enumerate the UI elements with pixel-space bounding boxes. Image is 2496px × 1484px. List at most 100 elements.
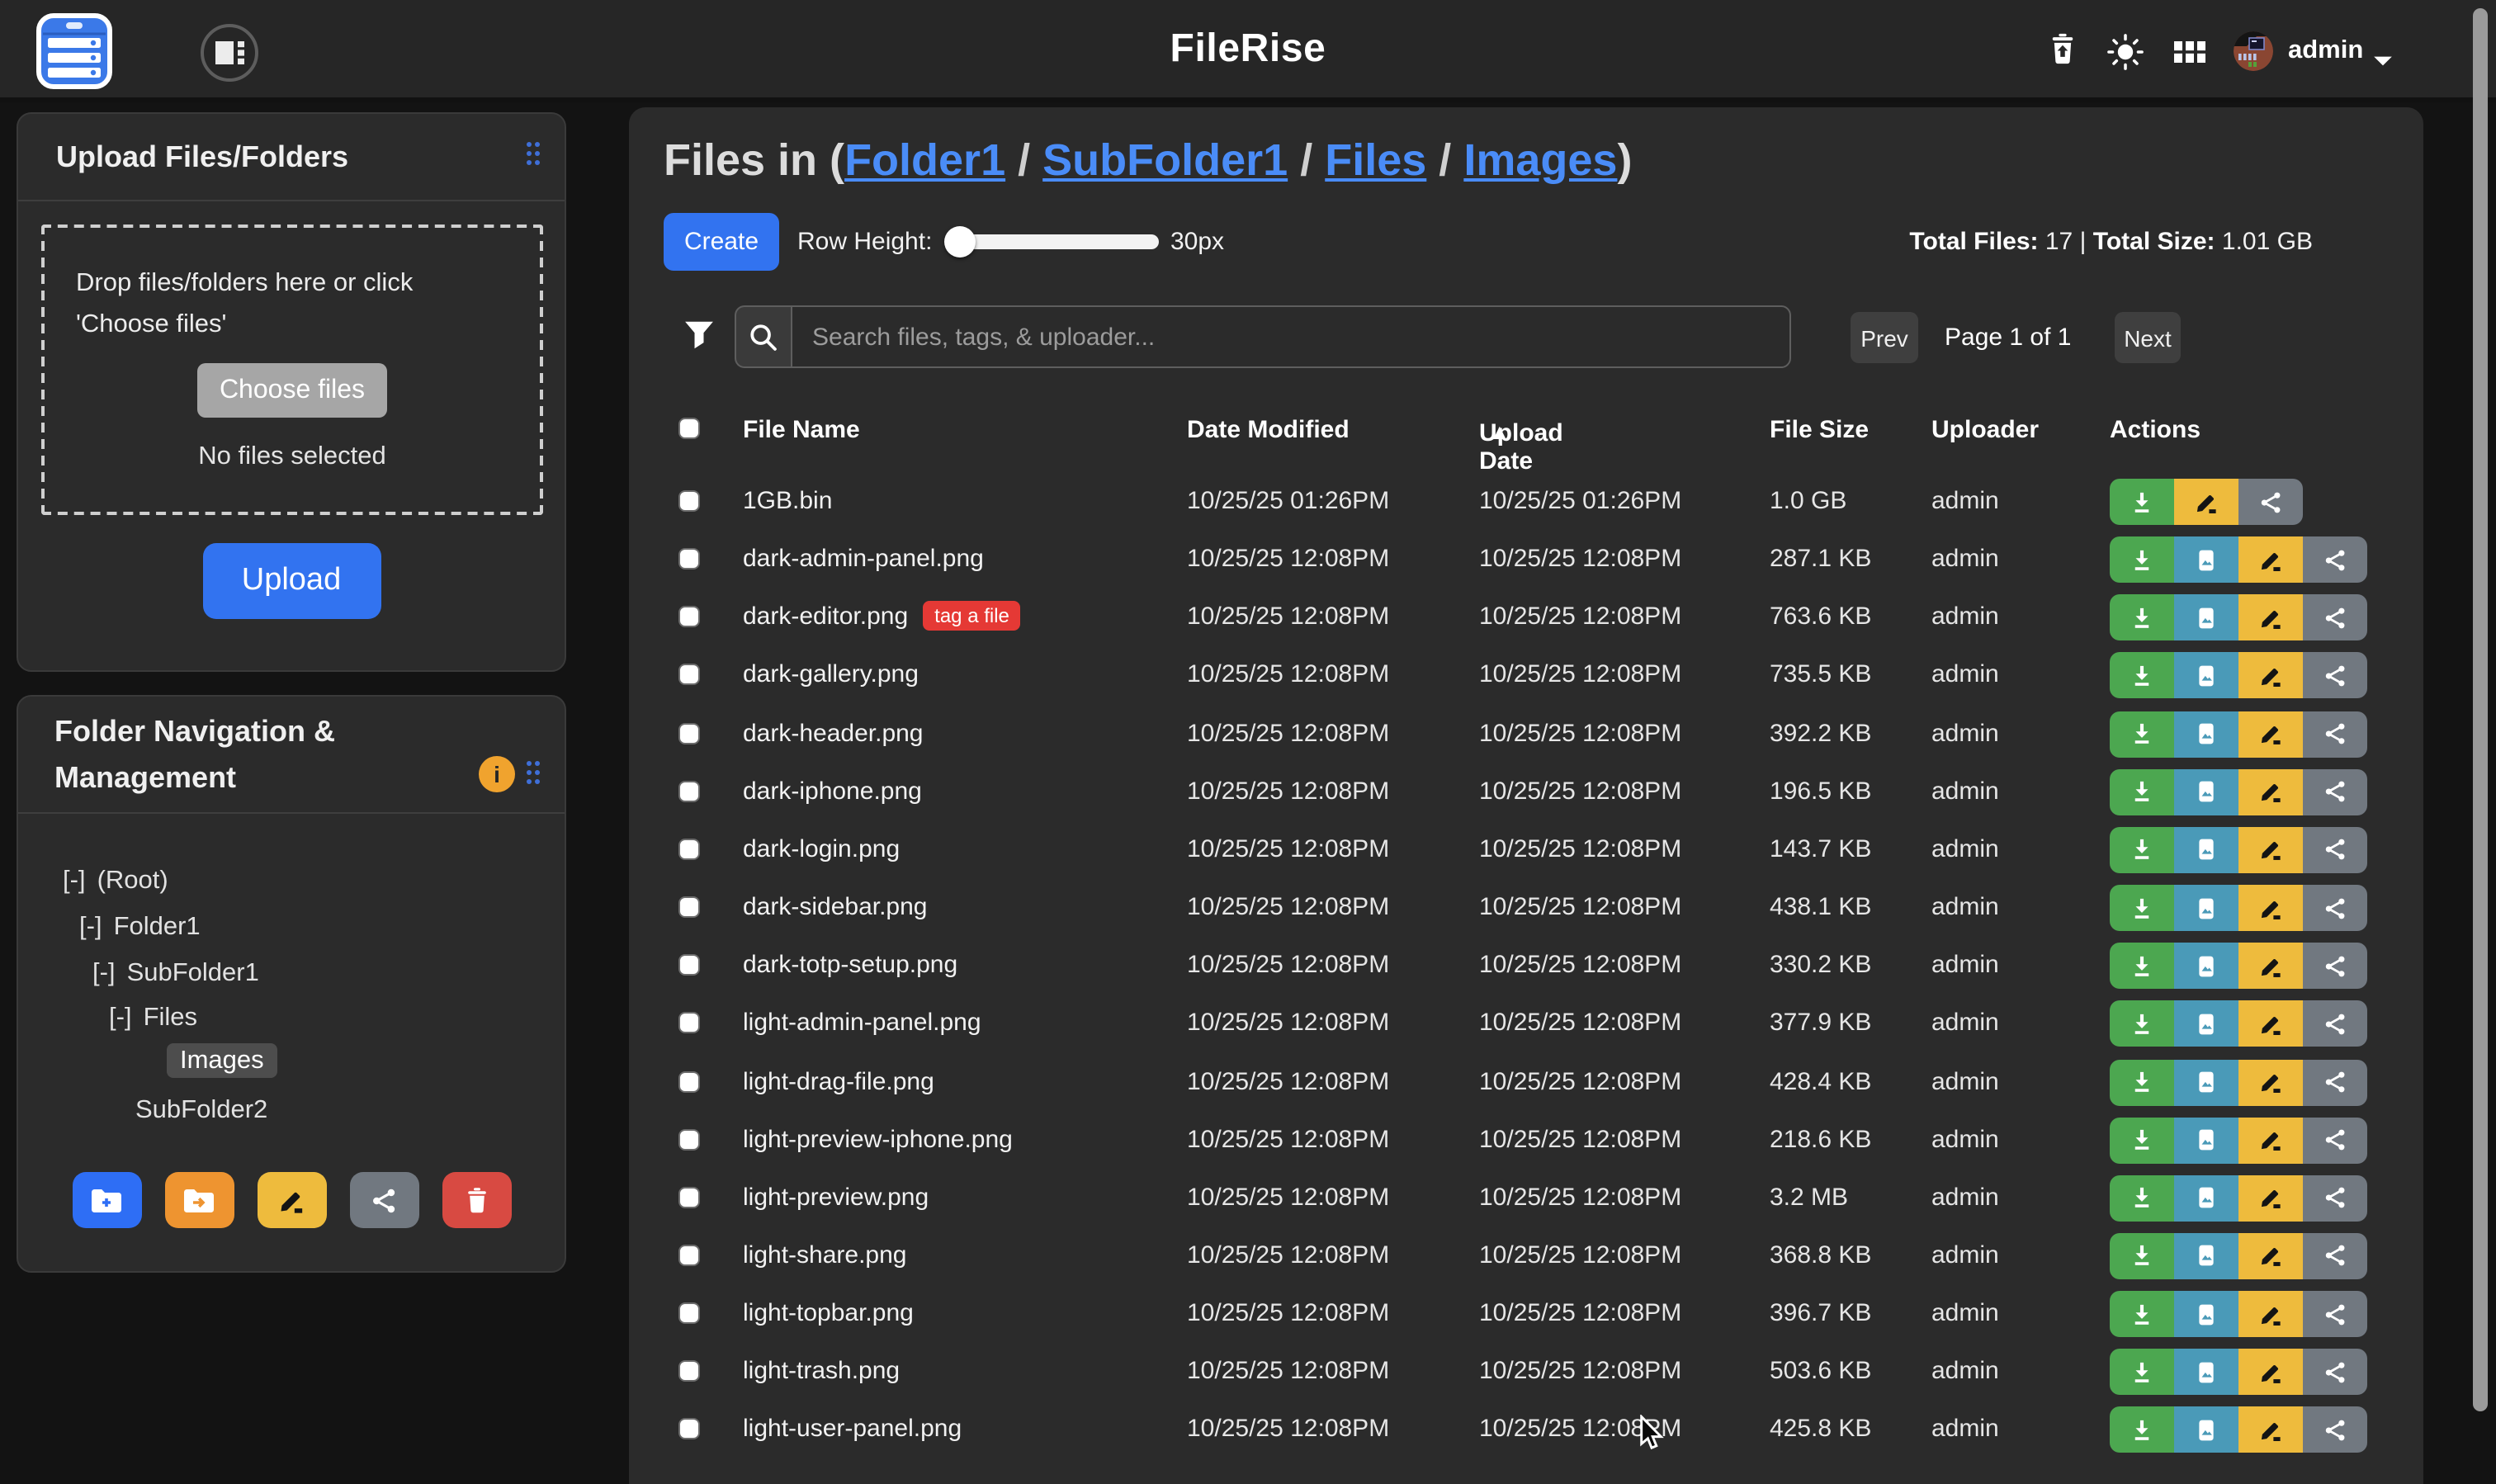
- row-height-slider[interactable]: [948, 234, 1159, 249]
- share-icon[interactable]: [2303, 711, 2367, 757]
- tree-item-root[interactable]: [-](Root): [63, 867, 168, 896]
- preview-icon[interactable]: [2174, 1175, 2238, 1222]
- tree-collapse-toggle[interactable]: [-]: [109, 1004, 132, 1032]
- create-folder-button[interactable]: [72, 1172, 141, 1228]
- preview-icon[interactable]: [2174, 1059, 2238, 1105]
- breadcrumb-link-folder1[interactable]: Folder1: [844, 135, 1005, 185]
- download-icon[interactable]: [2110, 1001, 2174, 1047]
- share-icon[interactable]: [2303, 1291, 2367, 1337]
- row-checkbox[interactable]: [678, 896, 700, 918]
- share-icon[interactable]: [2303, 1001, 2367, 1047]
- download-icon[interactable]: [2110, 1291, 2174, 1337]
- edit-icon[interactable]: [2238, 711, 2303, 757]
- download-icon[interactable]: [2110, 1407, 2174, 1453]
- file-name[interactable]: dark-admin-panel.png: [743, 545, 984, 573]
- share-folder-button[interactable]: [349, 1172, 418, 1228]
- file-name[interactable]: light-topbar.png: [743, 1299, 914, 1327]
- file-name[interactable]: 1GB.bin: [743, 487, 832, 515]
- edit-icon[interactable]: [2238, 1059, 2303, 1105]
- row-checkbox[interactable]: [678, 607, 700, 628]
- row-checkbox[interactable]: [678, 722, 700, 744]
- search-icon[interactable]: [735, 305, 791, 368]
- download-icon[interactable]: [2110, 653, 2174, 699]
- row-checkbox[interactable]: [678, 490, 700, 512]
- file-name[interactable]: dark-gallery.png: [743, 661, 919, 689]
- share-icon[interactable]: [2303, 885, 2367, 931]
- file-name[interactable]: dark-totp-setup.png: [743, 951, 957, 979]
- avatar[interactable]: [2234, 31, 2273, 71]
- preview-icon[interactable]: [2174, 595, 2238, 641]
- caret-down-icon[interactable]: [2372, 46, 2394, 76]
- share-icon[interactable]: [2303, 595, 2367, 641]
- share-icon[interactable]: [2303, 769, 2367, 815]
- share-icon[interactable]: [2303, 943, 2367, 989]
- prev-page-button[interactable]: Prev: [1851, 312, 1918, 363]
- download-icon[interactable]: [2110, 827, 2174, 873]
- preview-icon[interactable]: [2174, 827, 2238, 873]
- user-menu-label[interactable]: admin: [2288, 36, 2363, 66]
- edit-icon[interactable]: [2238, 653, 2303, 699]
- tree-item-subfolder2[interactable]: SubFolder2: [135, 1096, 267, 1126]
- grid-icon[interactable]: [2174, 41, 2205, 71]
- file-name[interactable]: light-drag-file.png: [743, 1067, 934, 1095]
- edit-icon[interactable]: [2238, 769, 2303, 815]
- breadcrumb-link-files[interactable]: Files: [1325, 135, 1426, 185]
- preview-icon[interactable]: [2174, 653, 2238, 699]
- row-checkbox[interactable]: [678, 1128, 700, 1150]
- tree-item-files[interactable]: [-]Files: [109, 1004, 197, 1033]
- slider-thumb[interactable]: [944, 226, 976, 258]
- preview-icon[interactable]: [2174, 943, 2238, 989]
- row-checkbox[interactable]: [678, 548, 700, 569]
- window-scrollbar[interactable]: [2473, 8, 2488, 1411]
- row-checkbox[interactable]: [678, 954, 700, 976]
- share-icon[interactable]: [2238, 479, 2303, 525]
- preview-icon[interactable]: [2174, 1407, 2238, 1453]
- upload-button[interactable]: Upload: [202, 543, 381, 619]
- edit-icon[interactable]: [2174, 479, 2238, 525]
- download-icon[interactable]: [2110, 1117, 2174, 1163]
- column-file-size[interactable]: File Size: [1770, 416, 1869, 444]
- column-date-modified[interactable]: Date Modified: [1187, 416, 1350, 444]
- drag-handle-icon[interactable]: [525, 140, 541, 175]
- tree-collapse-toggle[interactable]: [-]: [63, 867, 86, 895]
- file-name[interactable]: light-share.png: [743, 1241, 906, 1269]
- share-icon[interactable]: [2303, 536, 2367, 583]
- trash-restore-icon[interactable]: [2049, 33, 2077, 73]
- edit-icon[interactable]: [2238, 885, 2303, 931]
- row-checkbox[interactable]: [678, 1245, 700, 1266]
- row-checkbox[interactable]: [678, 1361, 700, 1382]
- row-checkbox[interactable]: [678, 664, 700, 686]
- edit-icon[interactable]: [2238, 1291, 2303, 1337]
- share-icon[interactable]: [2303, 1349, 2367, 1396]
- preview-icon[interactable]: [2174, 1117, 2238, 1163]
- tree-item-folder1[interactable]: [-]Folder1: [79, 913, 201, 943]
- download-icon[interactable]: [2110, 1175, 2174, 1222]
- preview-icon[interactable]: [2174, 1291, 2238, 1337]
- tree-item-subfolder1[interactable]: [-]SubFolder1: [92, 959, 259, 989]
- download-icon[interactable]: [2110, 1059, 2174, 1105]
- file-name[interactable]: dark-header.png: [743, 719, 924, 747]
- download-icon[interactable]: [2110, 1233, 2174, 1279]
- edit-icon[interactable]: [2238, 536, 2303, 583]
- row-checkbox[interactable]: [678, 1013, 700, 1034]
- edit-icon[interactable]: [2238, 1233, 2303, 1279]
- share-icon[interactable]: [2303, 1117, 2367, 1163]
- file-name[interactable]: light-preview-iphone.png: [743, 1125, 1013, 1153]
- download-icon[interactable]: [2110, 943, 2174, 989]
- file-name[interactable]: dark-editor.pngtag a file: [743, 603, 1021, 633]
- file-name[interactable]: light-user-panel.png: [743, 1415, 962, 1444]
- move-folder-button[interactable]: [164, 1172, 234, 1228]
- preview-icon[interactable]: [2174, 1233, 2238, 1279]
- sun-icon[interactable]: [2106, 33, 2144, 79]
- row-checkbox[interactable]: [678, 1070, 700, 1092]
- row-checkbox[interactable]: [678, 781, 700, 802]
- row-checkbox[interactable]: [678, 839, 700, 860]
- share-icon[interactable]: [2303, 827, 2367, 873]
- filter-icon[interactable]: [683, 320, 715, 358]
- edit-icon[interactable]: [2238, 1001, 2303, 1047]
- edit-icon[interactable]: [2238, 595, 2303, 641]
- select-all-checkbox[interactable]: [678, 418, 700, 439]
- row-checkbox[interactable]: [678, 1419, 700, 1440]
- download-icon[interactable]: [2110, 711, 2174, 757]
- tree-item-label[interactable]: Images: [167, 1043, 277, 1078]
